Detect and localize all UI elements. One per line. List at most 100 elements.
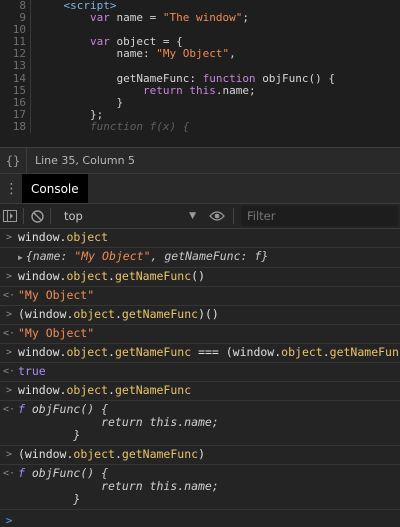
sidebar-toggle-icon[interactable]: [0, 210, 20, 222]
console-entry-content: f objFunc() { return this.name; }: [18, 467, 400, 506]
console-command: window.object.getNameFunc(): [18, 269, 205, 283]
code-token: getNameFunc:: [37, 71, 203, 85]
property-token: getNameFunc: [114, 345, 192, 359]
result-arrow-icon: [0, 250, 18, 264]
line-number[interactable]: 15: [0, 84, 26, 97]
console-entry: ▶ {name: "My Object", getNameFunc: f}: [0, 248, 400, 268]
console-entry: <· f objFunc() { return this.name; }: [0, 465, 400, 510]
line-number[interactable]: 18: [0, 120, 26, 133]
console-messages[interactable]: > window.object ▶ {name: "My Object", getNa…: [0, 229, 400, 527]
console-entry: <· true: [0, 363, 400, 382]
code-token: }: [37, 95, 124, 109]
string-result: "My Object": [18, 326, 95, 340]
code-token: this: [189, 83, 216, 97]
code-token: objFunc() {: [262, 71, 336, 85]
console-entry-content: "My Object": [18, 289, 400, 302]
source-editor[interactable]: 8 <script> 9 var name = "The window"; 10 11…: [0, 0, 400, 147]
console-command: (window.object.getNameFunc): [18, 447, 205, 461]
property-token: getNameFunc: [121, 447, 199, 461]
code-token: object = {: [116, 35, 183, 49]
code-token: };: [37, 107, 104, 121]
kebab-menu-icon[interactable]: ⋮: [0, 181, 22, 197]
input-chevron-icon: >: [5, 271, 13, 282]
gutter-divider: [30, 24, 31, 37]
property-token: object: [73, 307, 115, 321]
console-entry: > (window.object.getNameFunc): [0, 446, 400, 465]
editor-status-bar: {} Line 35, Column 5: [0, 147, 400, 174]
object-preview[interactable]: ▶ {name: "My Object", getNameFunc: f}: [18, 249, 268, 263]
function-result[interactable]: f objFunc() { return this.name; }: [18, 402, 219, 442]
cursor-position: Line 35, Column 5: [35, 154, 136, 167]
code-text: name: "My Object",: [37, 48, 400, 60]
string-result: "My Object": [18, 288, 95, 302]
preview-key: name: [32, 249, 61, 263]
code-token: return: [37, 83, 190, 97]
property-token: object: [66, 383, 109, 397]
property-token: object: [73, 447, 115, 461]
toolbar-divider: [23, 208, 24, 224]
filter-input[interactable]: [241, 206, 398, 226]
context-selector[interactable]: top ▼: [54, 209, 204, 223]
function-result[interactable]: f objFunc() { return this.name; }: [18, 466, 219, 506]
code-token: name:: [37, 47, 157, 61]
curly-braces-icon[interactable]: {}: [0, 154, 26, 168]
console-entry-content: true: [18, 365, 400, 378]
property-token: getNameFunc: [121, 307, 199, 321]
code-line: 9 var name = "The window";: [0, 11, 400, 25]
preview-value: "My Object": [74, 249, 151, 263]
code-line: 18 function f(x) {: [0, 119, 400, 134]
console-entry: <· f objFunc() { return this.name; }: [0, 401, 400, 446]
code-token: var: [37, 35, 117, 49]
result-arrow-icon: <·: [2, 404, 16, 415]
input-chevron-icon: >: [5, 449, 13, 460]
function-marker: f: [18, 466, 25, 480]
input-chevron-icon: >: [5, 232, 13, 243]
gutter-divider: [30, 48, 31, 61]
boolean-result: true: [18, 364, 46, 378]
eye-icon[interactable]: [204, 211, 230, 221]
console-entry: > window.object.getNameFunc: [0, 382, 400, 401]
status-divider: [26, 147, 27, 174]
code-token: ;: [242, 11, 249, 25]
code-token: "The window": [162, 11, 243, 25]
console-entry-content: f objFunc() { return this.name; }: [18, 403, 400, 442]
property-token: getNameFunc: [114, 383, 192, 397]
line-number[interactable]: 14: [0, 72, 26, 85]
console-entry: > (window.object.getNameFunc)(): [0, 306, 400, 325]
input-chevron-icon: >: [5, 309, 13, 320]
line-number[interactable]: 13: [0, 60, 26, 72]
drawer-tab-bar: ⋮ Console: [0, 174, 400, 204]
console-entry: > window.object.getNameFunc === (window.o…: [0, 344, 400, 363]
result-arrow-icon: <·: [2, 290, 16, 301]
console-entry: > window.object: [0, 229, 400, 248]
gutter-divider: [30, 12, 31, 25]
code-token: "My Object": [156, 47, 230, 61]
console-entry: > window.object.getNameFunc(): [0, 268, 400, 287]
gutter-divider: [30, 120, 31, 134]
context-value: top: [64, 209, 83, 223]
expand-triangle-icon[interactable]: ▶: [18, 253, 23, 262]
console-entry: <· "My Object": [0, 325, 400, 344]
prompt-chevron-icon: >: [5, 514, 13, 527]
preview-key: getNameFunc: [164, 249, 241, 263]
code-token: function f(x) {: [37, 119, 190, 133]
console-prompt[interactable]: >: [0, 510, 400, 527]
code-text: var name = "The window";: [37, 12, 400, 24]
input-chevron-icon: >: [5, 385, 13, 396]
property-token: object: [281, 345, 323, 359]
console-command: window.object.getNameFunc === (window.ob…: [18, 346, 400, 359]
console-command: (window.object.getNameFunc)(): [18, 307, 219, 321]
gutter-divider: [30, 0, 31, 13]
result-arrow-icon: <·: [2, 328, 16, 339]
console-entry: <· "My Object": [0, 287, 400, 306]
clear-console-icon[interactable]: [27, 209, 47, 223]
property-token: object: [66, 230, 109, 244]
console-entry-content: "My Object": [18, 327, 400, 340]
code-token: ,: [229, 47, 236, 61]
tab-console[interactable]: Console: [22, 174, 88, 203]
code-token: var: [37, 11, 117, 25]
gutter-divider: [30, 108, 31, 121]
console-command: window.object: [18, 230, 109, 244]
gutter-divider: [30, 36, 31, 49]
toolbar-divider: [50, 208, 51, 224]
